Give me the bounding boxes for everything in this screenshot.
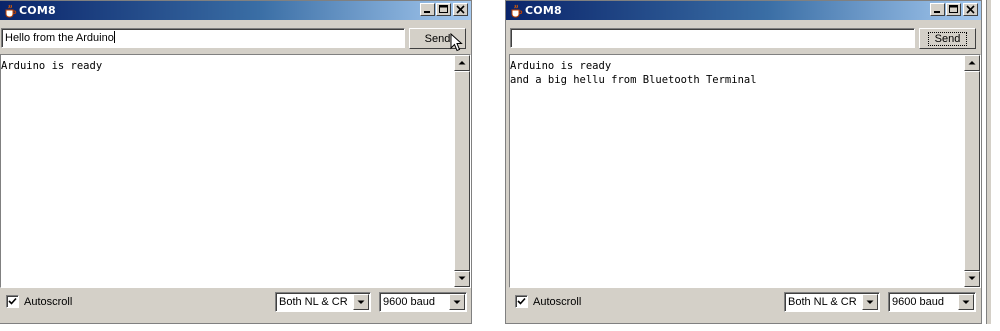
scroll-down-button[interactable] [454,271,470,287]
scroll-up-icon [968,61,976,65]
maximize-icon [439,5,448,13]
scroll-down-icon [458,276,466,280]
output-line: Arduino is ready [510,60,612,72]
title-bar[interactable]: COM8 [0,1,471,20]
checkmark-icon [8,297,17,305]
java-cup-icon [509,4,523,18]
line-ending-select[interactable]: Both NL & CR [275,292,371,312]
scrollbar-thumb[interactable] [454,71,470,271]
vertical-scrollbar[interactable] [454,55,470,287]
adjacent-window-edge [986,0,991,324]
serial-monitor-window-right: COM8 Send Arduino is ready and a big hell… [505,0,982,324]
baud-rate-select[interactable]: 9600 baud [379,292,467,312]
baud-rate-dropdown-button[interactable] [958,294,974,310]
scroll-up-button[interactable] [964,55,980,71]
dropdown-arrow-icon [453,300,461,304]
scroll-up-button[interactable] [454,55,470,71]
text-caret [113,31,115,43]
mouse-cursor-icon [450,33,463,52]
window-title: COM8 [19,4,56,17]
scroll-down-button[interactable] [964,271,980,287]
line-ending-select[interactable]: Both NL & CR [784,292,880,312]
maximize-icon [949,5,958,13]
send-button[interactable]: Send [919,28,976,49]
baud-rate-select[interactable]: 9600 baud [888,292,976,312]
dropdown-arrow-icon [357,300,365,304]
line-ending-dropdown-button[interactable] [353,294,369,310]
scroll-up-icon [458,61,466,65]
baud-rate-dropdown-button[interactable] [449,294,465,310]
scroll-down-icon [968,276,976,280]
output-line: Arduino is ready [1,60,103,72]
line-ending-value: Both NL & CR [279,296,348,308]
checkmark-icon [517,297,526,305]
autoscroll-toggle[interactable]: Autoscroll [515,295,581,308]
close-icon [966,5,975,14]
serial-output-text: Arduino is ready and a big hellu from Blu… [510,59,962,87]
autoscroll-checkbox[interactable] [6,295,19,308]
autoscroll-label: Autoscroll [24,295,73,308]
title-bar[interactable]: COM8 [506,1,981,20]
line-ending-dropdown-button[interactable] [862,294,878,310]
send-button-label: Send [424,32,451,45]
baud-rate-value: 9600 baud [383,296,435,308]
send-button-label: Send [927,31,968,46]
background-gap [472,0,505,331]
autoscroll-checkbox[interactable] [515,295,528,308]
line-ending-value: Both NL & CR [788,296,857,308]
maximize-button[interactable] [436,3,451,16]
dropdown-arrow-icon [866,300,874,304]
serial-output-area[interactable]: Arduino is ready [0,54,471,288]
autoscroll-toggle[interactable]: Autoscroll [6,295,72,308]
serial-monitor-window-left: COM8 Hello from the Arduino Send Arduino… [0,0,472,324]
minimize-button[interactable] [420,3,435,16]
minimize-button[interactable] [930,3,945,16]
minimize-icon [424,11,430,13]
close-button[interactable] [453,3,468,16]
autoscroll-label: Autoscroll [533,295,582,308]
dropdown-arrow-icon [962,300,970,304]
close-icon [456,5,465,14]
minimize-icon [934,11,940,13]
serial-output-text: Arduino is ready [1,59,452,73]
window-title: COM8 [525,4,562,17]
message-input-value: Hello from the Arduino [5,32,114,44]
scrollbar-thumb[interactable] [964,71,980,271]
message-input[interactable]: Hello from the Arduino [1,28,405,48]
vertical-scrollbar[interactable] [964,55,980,287]
message-input[interactable] [510,28,915,48]
java-cup-icon [3,4,17,18]
close-button[interactable] [963,3,978,16]
serial-output-area[interactable]: Arduino is ready and a big hellu from Blu… [509,54,981,288]
output-line: and a big hellu from Bluetooth Terminal [510,74,757,86]
baud-rate-value: 9600 baud [892,296,944,308]
maximize-button[interactable] [946,3,961,16]
